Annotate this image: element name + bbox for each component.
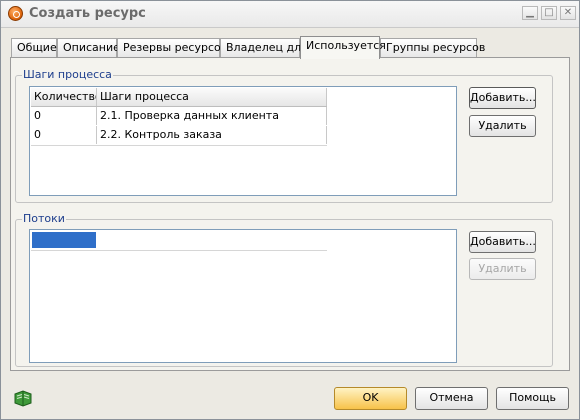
row-count-cell: 0 xyxy=(31,126,97,144)
column-header-steps[interactable]: Шаги процесса xyxy=(97,88,327,106)
row-step-cell: 2.1. Проверка данных клиента xyxy=(97,107,327,125)
tab-owner-for[interactable]: Владелец для xyxy=(220,38,308,58)
delete-process-step-button[interactable]: Удалить xyxy=(469,115,536,137)
cancel-button[interactable]: Отмена xyxy=(415,387,488,410)
process-steps-table[interactable]: Количество Шаги процесса 0 2.1. Проверка… xyxy=(29,86,457,196)
table-header: Количество Шаги процесса xyxy=(31,88,327,107)
flows-title: Потоки xyxy=(22,212,66,225)
book-icon[interactable] xyxy=(13,389,33,407)
row-step-cell: 2.2. Контроль заказа xyxy=(97,126,327,144)
delete-flow-button[interactable]: Удалить xyxy=(469,258,536,280)
title-bar: Создать ресурс ▁ □ ✕ xyxy=(1,1,579,28)
table-row[interactable]: 0 2.2. Контроль заказа xyxy=(31,126,327,146)
add-process-step-button[interactable]: Добавить... xyxy=(469,87,536,109)
dialog-window: Создать ресурс ▁ □ ✕ Общие Описание Резе… xyxy=(0,0,580,420)
minimize-button[interactable]: ▁ xyxy=(522,6,538,20)
tab-panel: Шаги процесса Количество Шаги процесса 0… xyxy=(10,57,570,371)
row-count-cell: 0 xyxy=(31,107,97,125)
tab-description[interactable]: Описание xyxy=(57,38,120,58)
column-header-count[interactable]: Количество xyxy=(31,88,97,106)
process-steps-title: Шаги процесса xyxy=(22,68,113,81)
table-row[interactable]: 0 2.1. Проверка данных клиента xyxy=(31,107,327,127)
selected-cell[interactable] xyxy=(32,232,96,248)
maximize-button[interactable]: □ xyxy=(541,6,557,20)
app-logo-icon xyxy=(8,6,23,21)
window-title: Создать ресурс xyxy=(29,6,146,21)
tab-resource-groups[interactable]: Группы ресурсов xyxy=(380,38,485,58)
tab-general[interactable]: Общие xyxy=(11,38,57,58)
ok-button[interactable]: OK xyxy=(334,387,407,410)
close-button[interactable]: ✕ xyxy=(560,6,576,20)
tab-resource-reserves[interactable]: Резервы ресурсов xyxy=(117,38,227,58)
tab-used-by[interactable]: Используется xyxy=(300,36,386,59)
flows-list[interactable] xyxy=(29,229,457,363)
add-flow-button[interactable]: Добавить... xyxy=(469,231,536,253)
list-item[interactable] xyxy=(31,231,327,251)
help-button[interactable]: Помощь xyxy=(496,387,569,410)
